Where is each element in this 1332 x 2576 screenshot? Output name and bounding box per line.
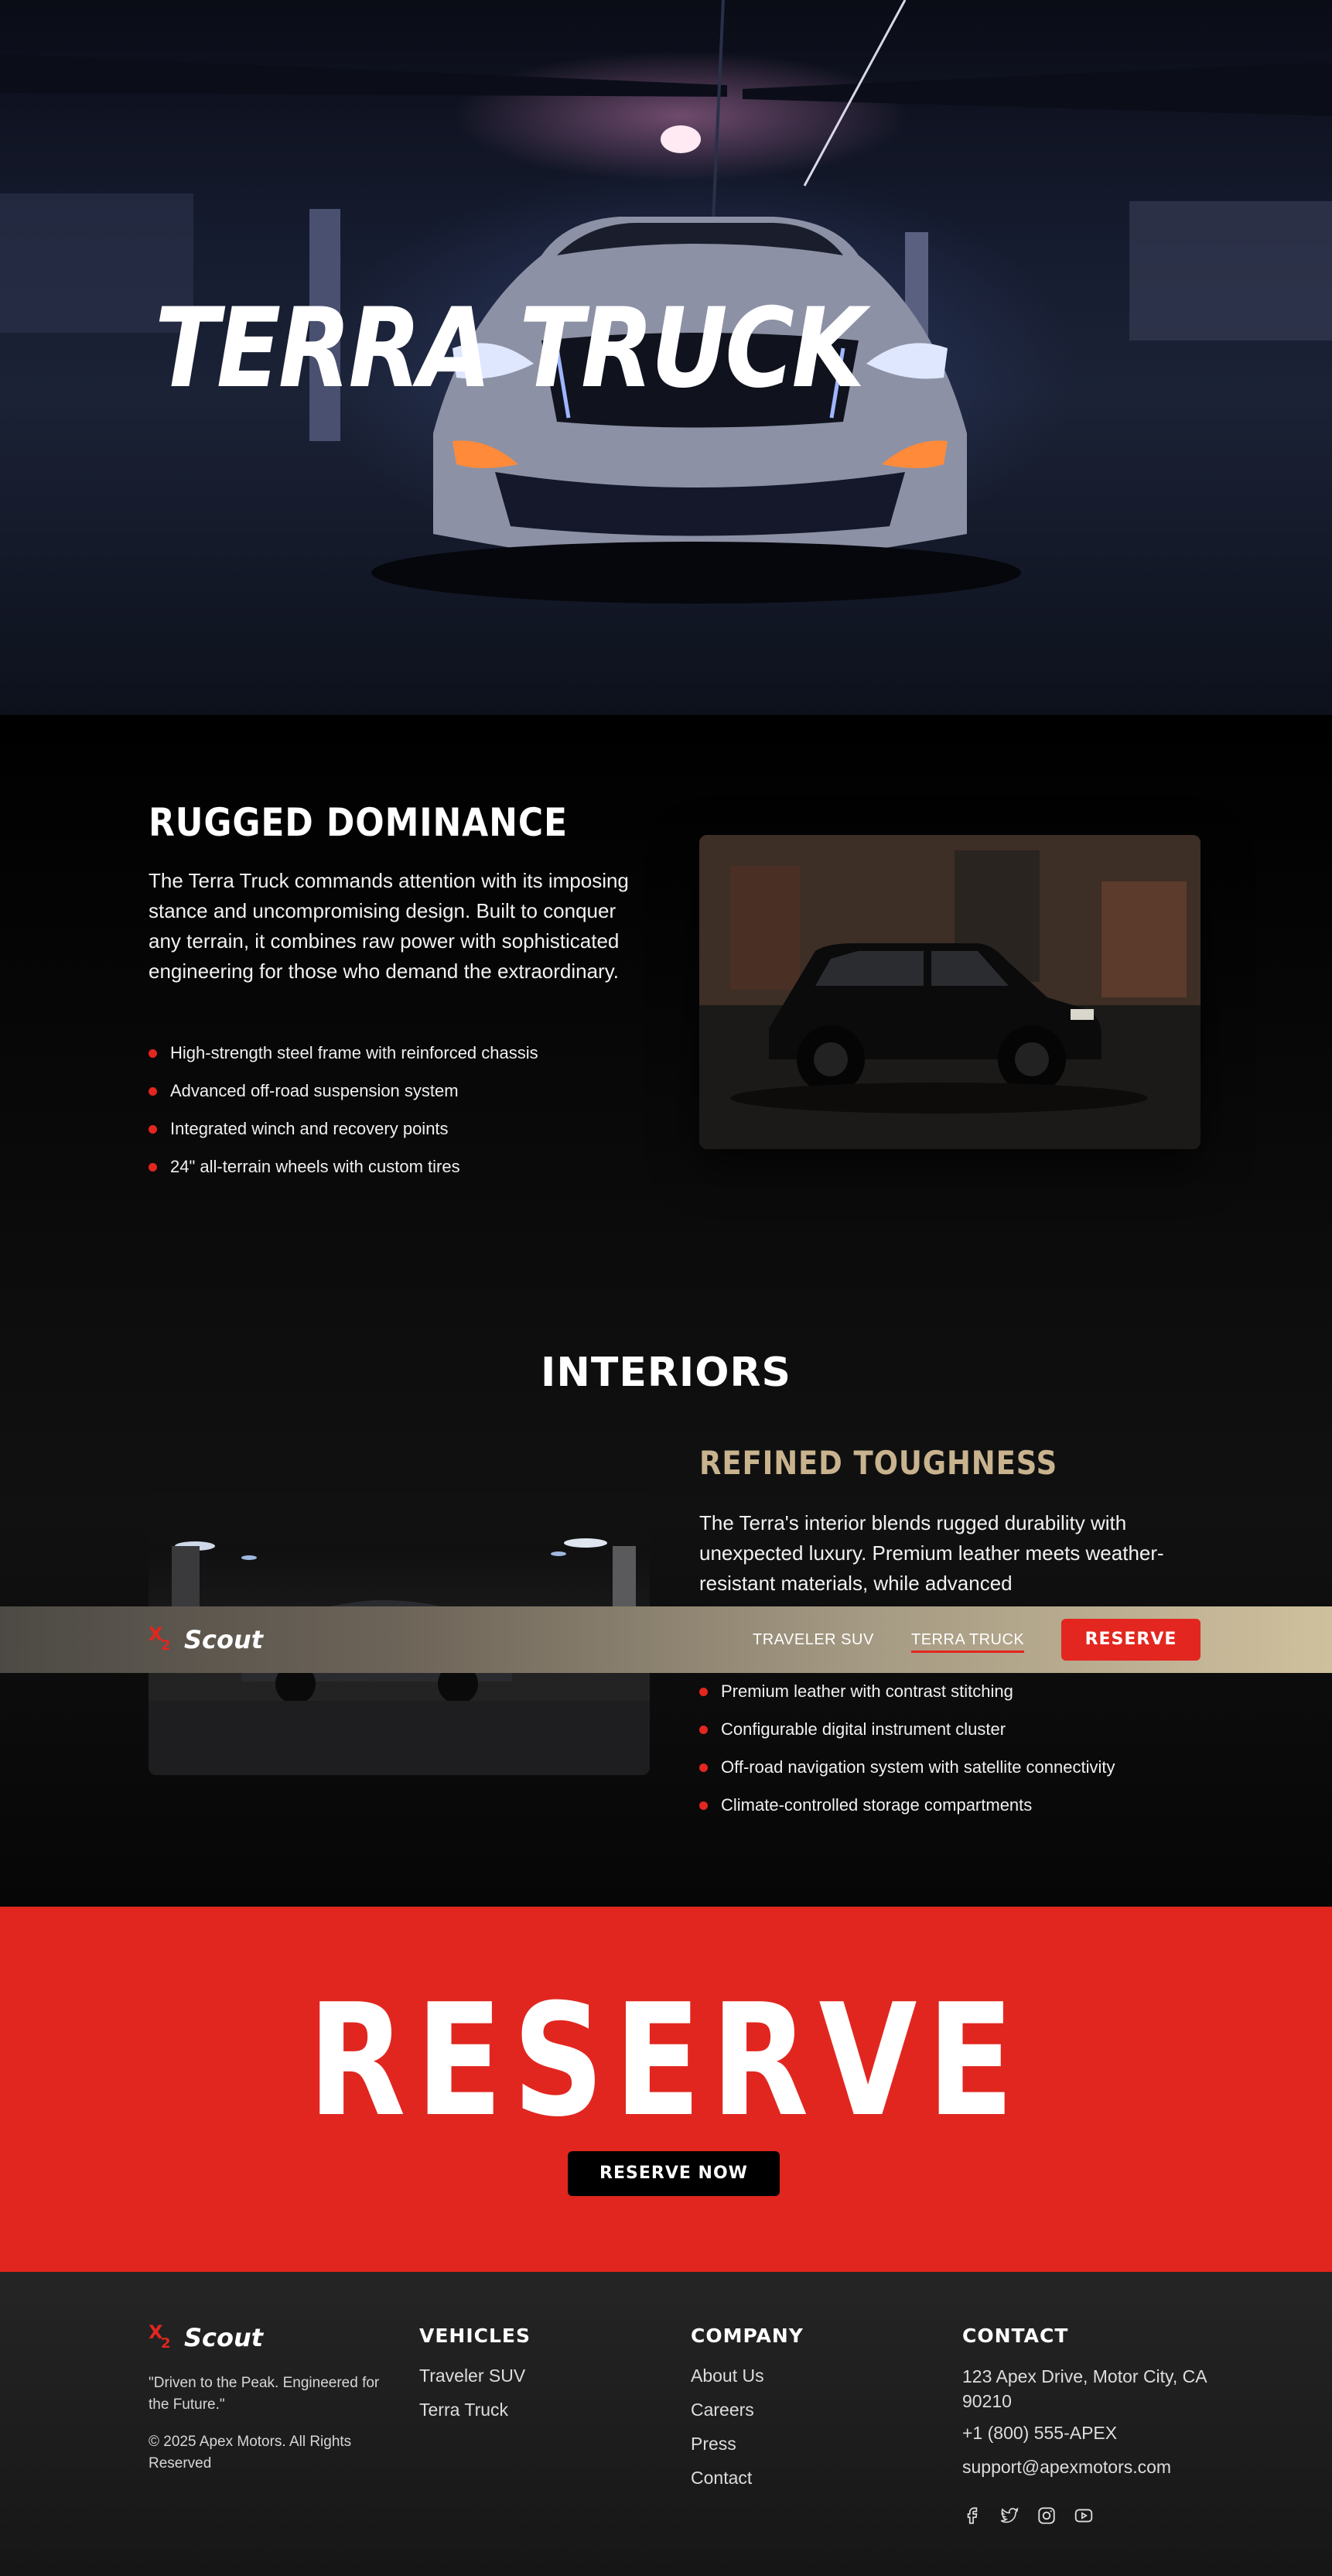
interiors-section: INTERIORS REFINED TOUGHNESS The Terra's … (0, 1257, 1332, 1907)
bullet-icon (149, 1163, 157, 1172)
footer-link-press[interactable]: Press (691, 2432, 804, 2466)
footer-link-careers[interactable]: Careers (691, 2398, 804, 2432)
feature-text: Premium leather with contrast stitching (721, 1681, 1013, 1701)
footer-phone[interactable]: +1 (800) 555-APEX (962, 2421, 1210, 2455)
footer-tagline: "Driven to the Peak. Engineered for the … (149, 2375, 380, 2413)
feature-text: Advanced off-road suspension system (170, 1081, 459, 1100)
footer-company-heading: COMPANY (691, 2325, 804, 2347)
list-item: 24" all-terrain wheels with custom tires (149, 1156, 538, 1194)
facebook-icon[interactable] (962, 2506, 982, 2526)
reserve-title: RESERVE (308, 1971, 1024, 2151)
bullet-icon (149, 1049, 157, 1058)
feature-text: Climate-controlled storage compartments (721, 1795, 1033, 1815)
interiors-heading: INTERIORS (541, 1350, 791, 1396)
footer-contact-heading: CONTACT (962, 2325, 1069, 2347)
footer-vehicles-heading: VEHICLES (419, 2325, 531, 2347)
interiors-paragraph: The Terra's interior blends rugged durab… (699, 1511, 1164, 1595)
nav-reserve-button[interactable]: RESERVE (1061, 1619, 1201, 1661)
rugged-heading: RUGGED DOMINANCE (149, 800, 568, 845)
twitter-icon[interactable] (999, 2506, 1019, 2526)
list-item: Premium leather with contrast stitching (699, 1681, 1115, 1719)
bullet-icon (699, 1801, 708, 1810)
feature-text: Off-road navigation system with satellit… (721, 1757, 1115, 1777)
list-item: Climate-controlled storage compartments (699, 1794, 1115, 1832)
list-item: Integrated winch and recovery points (149, 1118, 538, 1156)
suv-photo (699, 835, 1201, 1149)
interiors-feature-list: Premium leather with contrast stitching … (699, 1681, 1115, 1832)
reserve-section: RESERVE RESERVE NOW (0, 1907, 1332, 2272)
rugged-section: RUGGED DOMINANCE The Terra Truck command… (0, 715, 1332, 1257)
interiors-subheading: REFINED TOUGHNESS (699, 1444, 1058, 1482)
footer-link-terra-truck[interactable]: Terra Truck (419, 2398, 531, 2432)
bullet-icon (699, 1688, 708, 1696)
feature-text: Configurable digital instrument cluster (721, 1719, 1006, 1739)
footer-link-traveler-suv[interactable]: Traveler SUV (419, 2364, 531, 2398)
bullet-icon (699, 1726, 708, 1734)
nav-link-traveler-suv[interactable]: TRAVELER SUV (753, 1631, 874, 1649)
footer-logo[interactable]: X 2 Scout (149, 2321, 263, 2352)
youtube-icon[interactable] (1074, 2506, 1094, 2526)
reserve-now-button[interactable]: RESERVE NOW (568, 2151, 780, 2196)
site-footer: X 2 Scout "Driven to the Peak. Engineere… (0, 2272, 1332, 2576)
footer-email[interactable]: support@apexmotors.com (962, 2455, 1210, 2489)
footer-company-column: COMPANY About Us Careers Press Contact (691, 2325, 804, 2500)
bullet-icon (699, 1764, 708, 1772)
bullet-icon (149, 1087, 157, 1096)
rugged-paragraph: The Terra Truck commands attention with … (149, 869, 629, 983)
feature-text: 24" all-terrain wheels with custom tires (170, 1157, 460, 1176)
list-item: Advanced off-road suspension system (149, 1080, 538, 1118)
social-links (962, 2506, 1094, 2526)
feature-text: Integrated winch and recovery points (170, 1119, 449, 1138)
hero-section: TERRA TRUCK (0, 0, 1332, 715)
footer-contact-column: CONTACT 123 Apex Drive, Motor City, CA 9… (962, 2325, 1210, 2489)
feature-text: High-strength steel frame with reinforce… (170, 1043, 538, 1062)
footer-copyright: © 2025 Apex Motors. All Rights Reserved (149, 2434, 352, 2472)
footer-address: 123 Apex Drive, Motor City, CA 90210 (962, 2366, 1207, 2411)
rugged-feature-list: High-strength steel frame with reinforce… (149, 1042, 538, 1194)
footer-link-about[interactable]: About Us (691, 2364, 804, 2398)
logo-wordmark: Scout (184, 2323, 264, 2352)
list-item: Off-road navigation system with satellit… (699, 1757, 1115, 1794)
footer-vehicles-column: VEHICLES Traveler SUV Terra Truck (419, 2325, 531, 2432)
footer-link-contact[interactable]: Contact (691, 2466, 804, 2500)
logo-mark-icon: X 2 (149, 1623, 171, 1654)
top-navbar: X 2 Scout TRAVELER SUV TERRA TRUCK RESER… (0, 1606, 1332, 1673)
hero-title: TERRA TRUCK (155, 285, 865, 412)
logo-mark-icon: X 2 (149, 2321, 171, 2352)
instagram-icon[interactable] (1037, 2506, 1057, 2526)
brand-logo[interactable]: X 2 Scout (149, 1623, 263, 1654)
nav-link-terra-truck[interactable]: TERRA TRUCK (911, 1631, 1025, 1653)
logo-wordmark: Scout (184, 1625, 264, 1654)
bullet-icon (149, 1125, 157, 1134)
list-item: Configurable digital instrument cluster (699, 1719, 1115, 1757)
list-item: High-strength steel frame with reinforce… (149, 1042, 538, 1080)
